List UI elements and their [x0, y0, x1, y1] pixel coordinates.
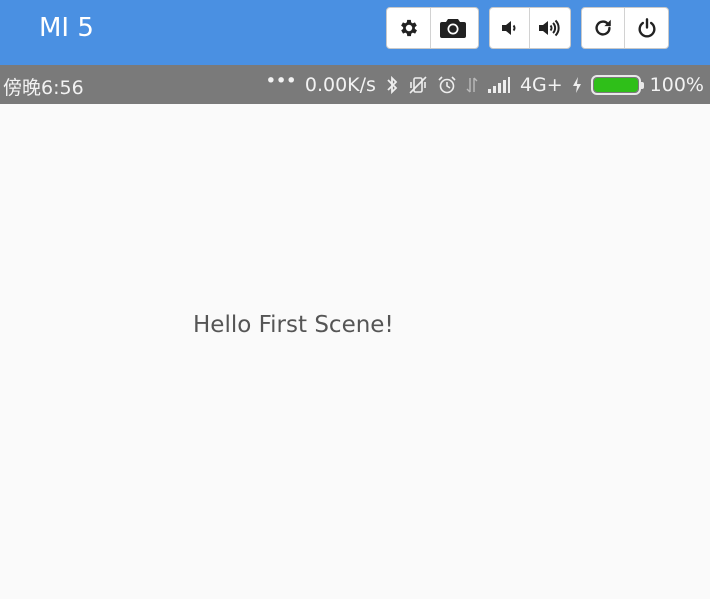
device-toolbar: MI 5 — [0, 0, 710, 65]
rotate-icon — [592, 17, 614, 39]
settings-button[interactable] — [387, 8, 431, 48]
vibrate-off-icon — [408, 75, 428, 95]
status-bar: 傍晚6:56 ••• 0.00K/s 4G+ 100% — [0, 65, 710, 104]
status-time: 傍晚6:56 — [3, 77, 84, 99]
rotate-button[interactable] — [582, 8, 626, 48]
volume-down-icon — [500, 18, 520, 38]
power-icon — [636, 17, 658, 39]
battery-fill — [593, 77, 638, 92]
volume-down-button[interactable] — [490, 8, 530, 48]
volume-up-icon — [538, 18, 562, 38]
charging-icon — [572, 76, 582, 94]
network-type: 4G+ — [519, 73, 563, 96]
volume-up-button[interactable] — [530, 8, 570, 48]
battery-icon — [590, 74, 644, 95]
bluetooth-icon — [385, 75, 399, 95]
notification-dots: ••• — [265, 69, 297, 92]
gear-icon — [398, 17, 420, 39]
toolbar-group-capture — [386, 7, 479, 49]
status-icons: ••• 0.00K/s 4G+ 100% — [265, 65, 704, 104]
toolbar-group-power — [581, 7, 669, 49]
power-button[interactable] — [625, 8, 668, 48]
app-screen: Hello First Scene! — [0, 104, 710, 599]
alarm-icon — [437, 75, 457, 95]
scene-message: Hello First Scene! — [193, 312, 394, 338]
battery-percent: 100% — [649, 73, 704, 96]
screenshot-button[interactable] — [431, 8, 475, 48]
device-name: MI 5 — [39, 13, 94, 43]
camera-icon — [440, 17, 466, 39]
toolbar-group-volume — [489, 7, 571, 49]
signal-icon — [487, 75, 511, 95]
network-speed: 0.00K/s — [304, 73, 376, 96]
data-transfer-icon — [466, 75, 478, 95]
